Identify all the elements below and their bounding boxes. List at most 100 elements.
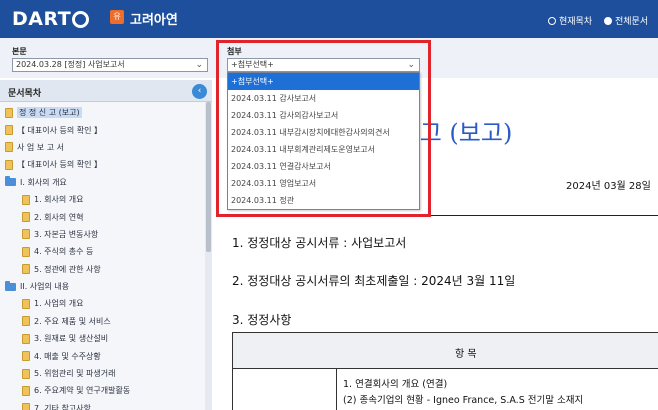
company-badge-icon: 유 xyxy=(110,10,124,24)
doc-icon xyxy=(22,403,30,410)
doc-icon xyxy=(22,246,30,257)
toc-item[interactable]: 6. 주요계약 및 연구개발활동 xyxy=(0,382,205,399)
chevron-down-icon: ⌄ xyxy=(195,60,203,70)
table-cell: 1. 연결회사의 개요 (연결) xyxy=(343,379,448,390)
toc-item[interactable]: 1. 회사의 개요 xyxy=(0,191,205,208)
toc-item[interactable]: 4. 매출 및 수주상황 xyxy=(0,347,205,364)
toc-item-label: 4. 매출 및 수주상황 xyxy=(34,351,101,361)
toc-item-label: I. 회사의 개요 xyxy=(20,177,67,187)
logo-text: DART xyxy=(12,8,72,30)
top-header: DART 유 고려아연 현재목차 전체문서 xyxy=(0,0,658,38)
doc-icon xyxy=(22,194,30,205)
dropdown-option[interactable]: 2024.03.11 영업보고서 xyxy=(228,175,419,192)
radio-current-label: 현재목차 xyxy=(559,17,593,27)
table-cell: (2) 종속기업의 현황 - Igneo France, S.A.S 전기말 소… xyxy=(343,395,584,406)
toc-item[interactable]: 7. 기타 참고사항 xyxy=(0,400,205,410)
correction-table: 항 목 1. 연결회사의 개요 (연결) (2) 종속기업의 현황 - Igne… xyxy=(232,332,658,410)
toc-item-label: 정 정 신 고 (보고) xyxy=(17,107,82,119)
dropdown-option[interactable]: 2024.03.11 감사보고서 xyxy=(228,90,419,107)
toc-item-label: 6. 주요계약 및 연구개발활동 xyxy=(34,386,131,396)
original-submission-date: 2. 정정대상 공시서류의 최초제출일 : 2024년 3월 11일 xyxy=(232,274,516,288)
toc-item-label: 7. 기타 참고사항 xyxy=(34,403,91,410)
dropdown-option[interactable]: 2024.03.11 정관 xyxy=(228,192,419,209)
doc-icon xyxy=(22,264,30,275)
doc-icon xyxy=(5,159,13,170)
document-date: 2024년 03월 28일 xyxy=(566,181,651,192)
toc-item[interactable]: 3. 원재료 및 생산설비 xyxy=(0,330,205,347)
doc-icon xyxy=(22,212,30,223)
toc-item-label: 2. 회사의 연혁 xyxy=(34,212,84,222)
document-divider xyxy=(232,215,658,216)
toc-sidebar: 문서목차 ‹ 정 정 신 고 (보고) 【 대표이사 등의 확인 】 사 업 보 고… xyxy=(0,80,212,410)
table-header-row: 항 목 xyxy=(233,333,658,369)
main-report-select[interactable]: 2024.03.28 [정정] 사업보고서 ⌄ xyxy=(12,58,208,72)
attachment-select[interactable]: +첨부선택+ ⌄ xyxy=(227,58,420,72)
attach-select-label: 첨부 xyxy=(227,47,242,56)
toc-item[interactable]: 정 정 신 고 (보고) xyxy=(0,104,205,121)
toc-item[interactable]: 【 대표이사 등의 확인 】 xyxy=(0,121,205,138)
correction-target: 1. 정정대상 공시서류 : 사업보고서 xyxy=(232,236,407,250)
radio-current-toc[interactable]: 현재목차 xyxy=(548,14,592,27)
dropdown-option[interactable]: 2024.03.11 내부감시장치에대한감사의의견서 xyxy=(228,124,419,141)
dropdown-option[interactable]: 2024.03.11 감사의감사보고서 xyxy=(228,107,419,124)
collapse-sidebar-button[interactable]: ‹ xyxy=(192,84,207,99)
doc-icon xyxy=(22,229,30,240)
toc-item-label: 【 대표이사 등의 확인 】 xyxy=(17,125,103,135)
toc-item[interactable]: II. 사업의 내용 xyxy=(0,278,205,295)
table-header-cell: 항 목 xyxy=(455,349,477,360)
dropdown-option[interactable]: 2024.03.11 내부회계관리제도운영보고서 xyxy=(228,141,419,158)
chevron-down-icon: ⌄ xyxy=(407,60,415,70)
toc-item[interactable]: 2. 주요 제품 및 서비스 xyxy=(0,313,205,330)
toc-item[interactable]: 5. 위험관리 및 파생거래 xyxy=(0,365,205,382)
toc-item[interactable]: 1. 사업의 개요 xyxy=(0,295,205,312)
toc-item[interactable]: 3. 자본금 변동사항 xyxy=(0,226,205,243)
attach-select-value: +첨부선택+ xyxy=(231,60,274,69)
toc-item-label: 4. 주식의 총수 등 xyxy=(34,247,94,257)
dropdown-option[interactable]: +첨부선택+ xyxy=(228,73,419,90)
doc-icon xyxy=(5,125,13,136)
dart-logo[interactable]: DART xyxy=(12,6,90,32)
toc-header: 문서목차 ‹ xyxy=(0,80,212,102)
toc-item-label: 3. 원재료 및 생산설비 xyxy=(34,334,109,344)
radio-empty-icon xyxy=(548,16,556,25)
radio-full-label: 전체문서 xyxy=(615,17,649,27)
toc-item[interactable]: I. 회사의 개요 xyxy=(0,174,205,191)
attachment-dropdown-list: +첨부선택+ 2024.03.11 감사보고서 2024.03.11 감사의감사보고… xyxy=(227,72,420,210)
doc-icon xyxy=(22,316,30,327)
company-name: 고려아연 xyxy=(130,13,178,28)
dropdown-option[interactable]: 2024.03.11 연결감사보고서 xyxy=(228,158,419,175)
toc-item-label: 1. 회사의 개요 xyxy=(34,195,84,205)
doc-icon xyxy=(22,385,30,396)
toc-item-label: 사 업 보 고 서 xyxy=(17,142,64,152)
toc-item-label: II. 사업의 내용 xyxy=(20,282,70,292)
doc-icon xyxy=(22,368,30,379)
toc-item[interactable]: 5. 정관에 관한 사항 xyxy=(0,261,205,278)
folder-icon xyxy=(5,280,16,291)
toc-item-label: 3. 자본금 변동사항 xyxy=(34,229,99,239)
toc-item-label: 5. 정관에 관한 사항 xyxy=(34,264,101,274)
doc-icon xyxy=(22,298,30,309)
toc-item[interactable]: 【 대표이사 등의 확인 】 xyxy=(0,156,205,173)
correction-items-heading: 3. 정정사항 xyxy=(232,313,292,327)
toc-list: 정 정 신 고 (보고) 【 대표이사 등의 확인 】 사 업 보 고 서 【 대표이… xyxy=(0,104,205,410)
radio-full-document[interactable]: 전체문서 xyxy=(604,14,648,27)
logo-ring-icon xyxy=(72,10,90,28)
toc-item[interactable]: 4. 주식의 총수 등 xyxy=(0,243,205,260)
doc-icon xyxy=(5,142,13,153)
toc-item-label: 【 대표이사 등의 확인 】 xyxy=(17,160,103,170)
folder-icon xyxy=(5,176,16,187)
toc-item[interactable]: 사 업 보 고 서 xyxy=(0,139,205,156)
doc-icon xyxy=(5,107,13,118)
table-column-divider xyxy=(336,369,337,410)
main-select-label: 본문 xyxy=(12,47,27,56)
radio-filled-icon xyxy=(604,16,612,25)
toc-item-label: 1. 사업의 개요 xyxy=(34,299,84,309)
toc-scroll-thumb[interactable] xyxy=(206,102,211,252)
doc-icon xyxy=(22,333,30,344)
toc-item-label: 5. 위험관리 및 파생거래 xyxy=(34,369,116,379)
toc-item-label: 2. 주요 제품 및 서비스 xyxy=(34,316,111,326)
toc-item[interactable]: 2. 회사의 연혁 xyxy=(0,208,205,225)
main-select-value: 2024.03.28 [정정] 사업보고서 xyxy=(16,60,125,69)
doc-icon xyxy=(22,351,30,362)
toc-title: 문서목차 xyxy=(8,89,42,99)
